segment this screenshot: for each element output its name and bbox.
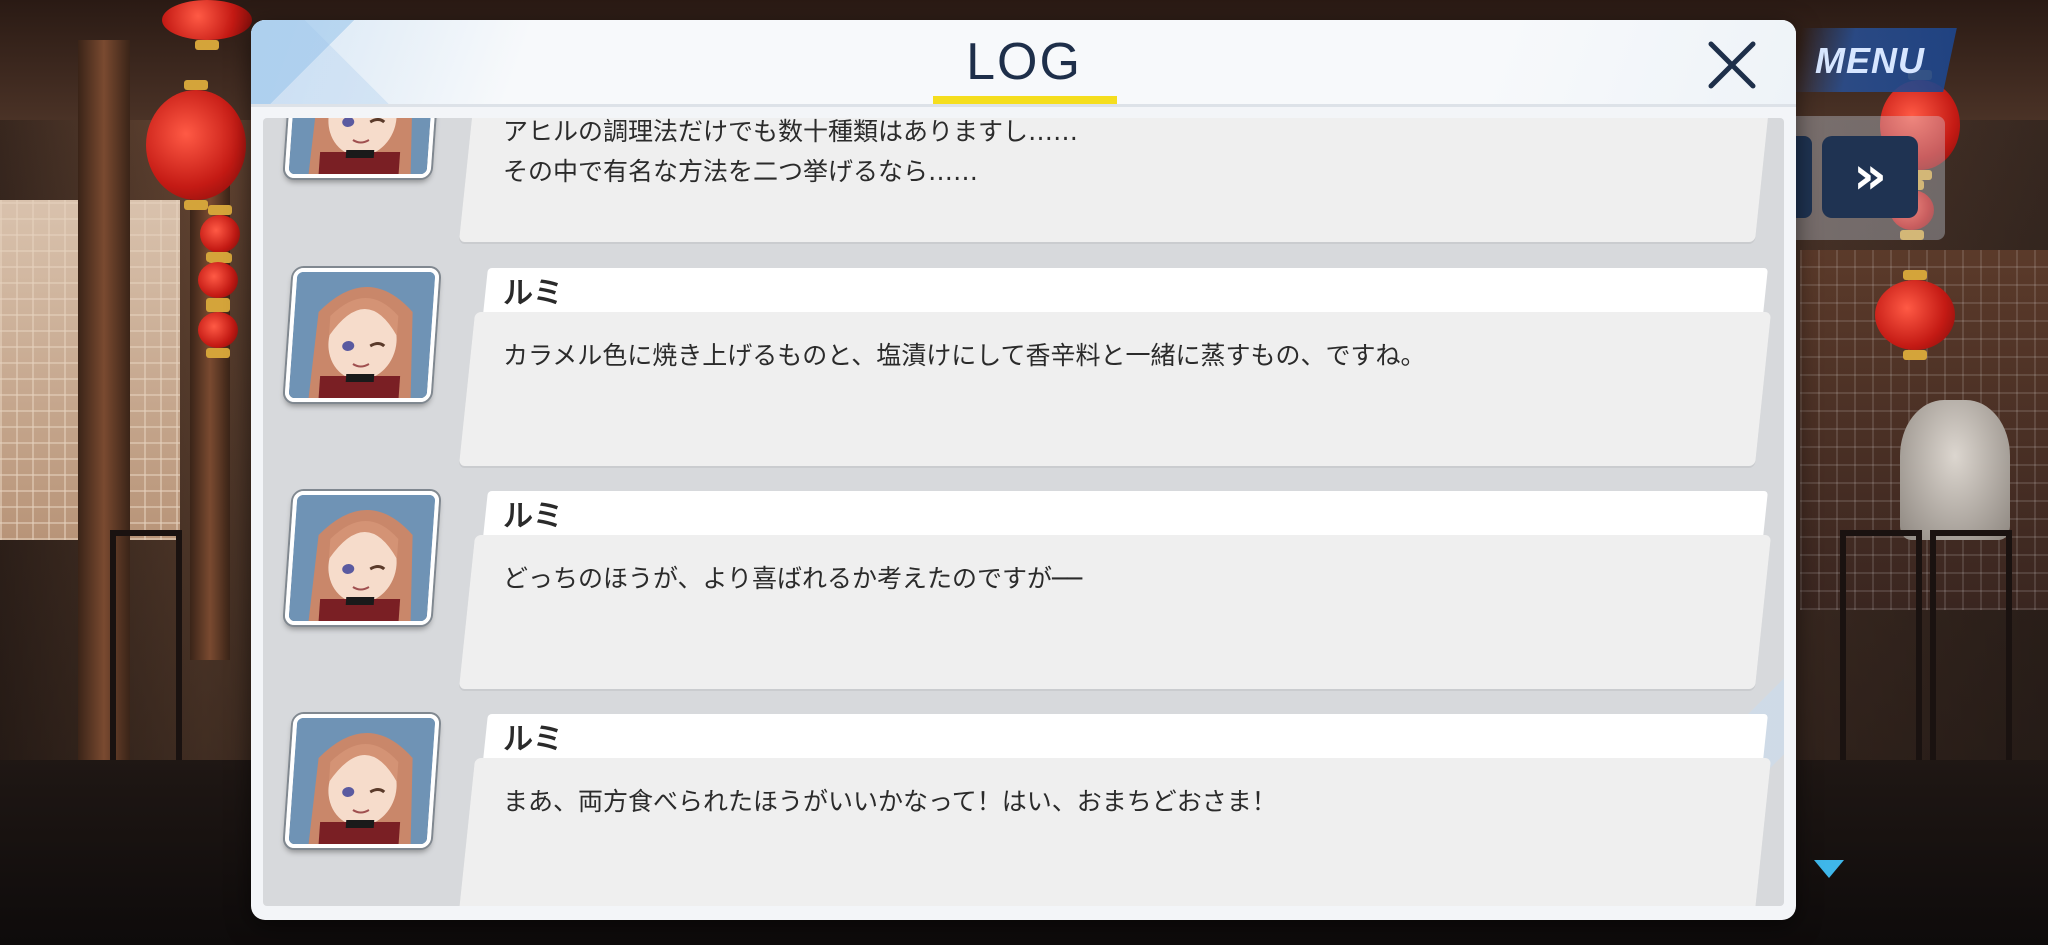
lantern xyxy=(162,0,252,50)
fast-forward-button[interactable]: » xyxy=(1822,136,1918,218)
dialogue-text: アヒルの調理法だけでも数十種類はありますし…… その中で有名な方法を二つ挙げるな… xyxy=(503,118,1079,186)
log-modal: LOG アヒルの調理法だけでも数十種類はありますし…… その中で有名な方法を二つ… xyxy=(251,20,1796,920)
character-portrait[interactable] xyxy=(284,714,440,848)
log-entry: ルミ まあ、両方食べられたほうがいいかなって！はい、おまちどおさま！ xyxy=(263,706,1784,906)
close-icon[interactable] xyxy=(1701,34,1763,96)
next-page-indicator-icon xyxy=(1814,860,1844,878)
dialogue-text: カラメル色に焼き上げるものと、塩漬けにして香辛料と一緒に蒸すもの、ですね。 xyxy=(503,341,1426,370)
log-scroll-area[interactable]: アヒルの調理法だけでも数十種類はありますし…… その中で有名な方法を二つ挙げるな… xyxy=(263,118,1784,906)
portrait-art xyxy=(288,272,436,398)
dialogue-text: まあ、両方食べられたほうがいいかなって！はい、おまちどおさま！ xyxy=(503,787,1277,816)
log-entry: ルミ カラメル色に焼き上げるものと、塩漬けにして香辛料と一緒に蒸すもの、ですね。 xyxy=(263,260,1784,470)
log-header: LOG xyxy=(251,20,1796,107)
lantern xyxy=(146,80,246,210)
title-underline xyxy=(933,96,1117,104)
lantern xyxy=(1875,270,1955,360)
character-portrait[interactable] xyxy=(284,118,440,178)
log-entry: ルミ どっちのほうが、より喜ばれるか考えたのですが── xyxy=(263,483,1784,693)
portrait-art xyxy=(288,718,436,844)
log-entry: アヒルの調理法だけでも数十種類はありますし…… その中で有名な方法を二つ挙げるな… xyxy=(263,118,1784,246)
close-button[interactable] xyxy=(1701,34,1763,96)
dialogue-text: どっちのほうが、より喜ばれるか考えたのですが── xyxy=(503,564,1083,593)
lantern xyxy=(198,302,238,358)
lantern xyxy=(200,205,240,263)
log-title: LOG xyxy=(966,33,1082,91)
lantern xyxy=(198,252,238,308)
header-decoration xyxy=(251,20,511,104)
character-portrait[interactable] xyxy=(284,491,440,625)
lion-statue xyxy=(1900,400,2010,540)
portrait-art xyxy=(288,495,436,621)
character-portrait[interactable] xyxy=(284,268,440,402)
menu-button-label[interactable]: MENU xyxy=(1800,36,1940,86)
portrait-art xyxy=(288,118,436,174)
dialogue-box xyxy=(458,758,1772,906)
